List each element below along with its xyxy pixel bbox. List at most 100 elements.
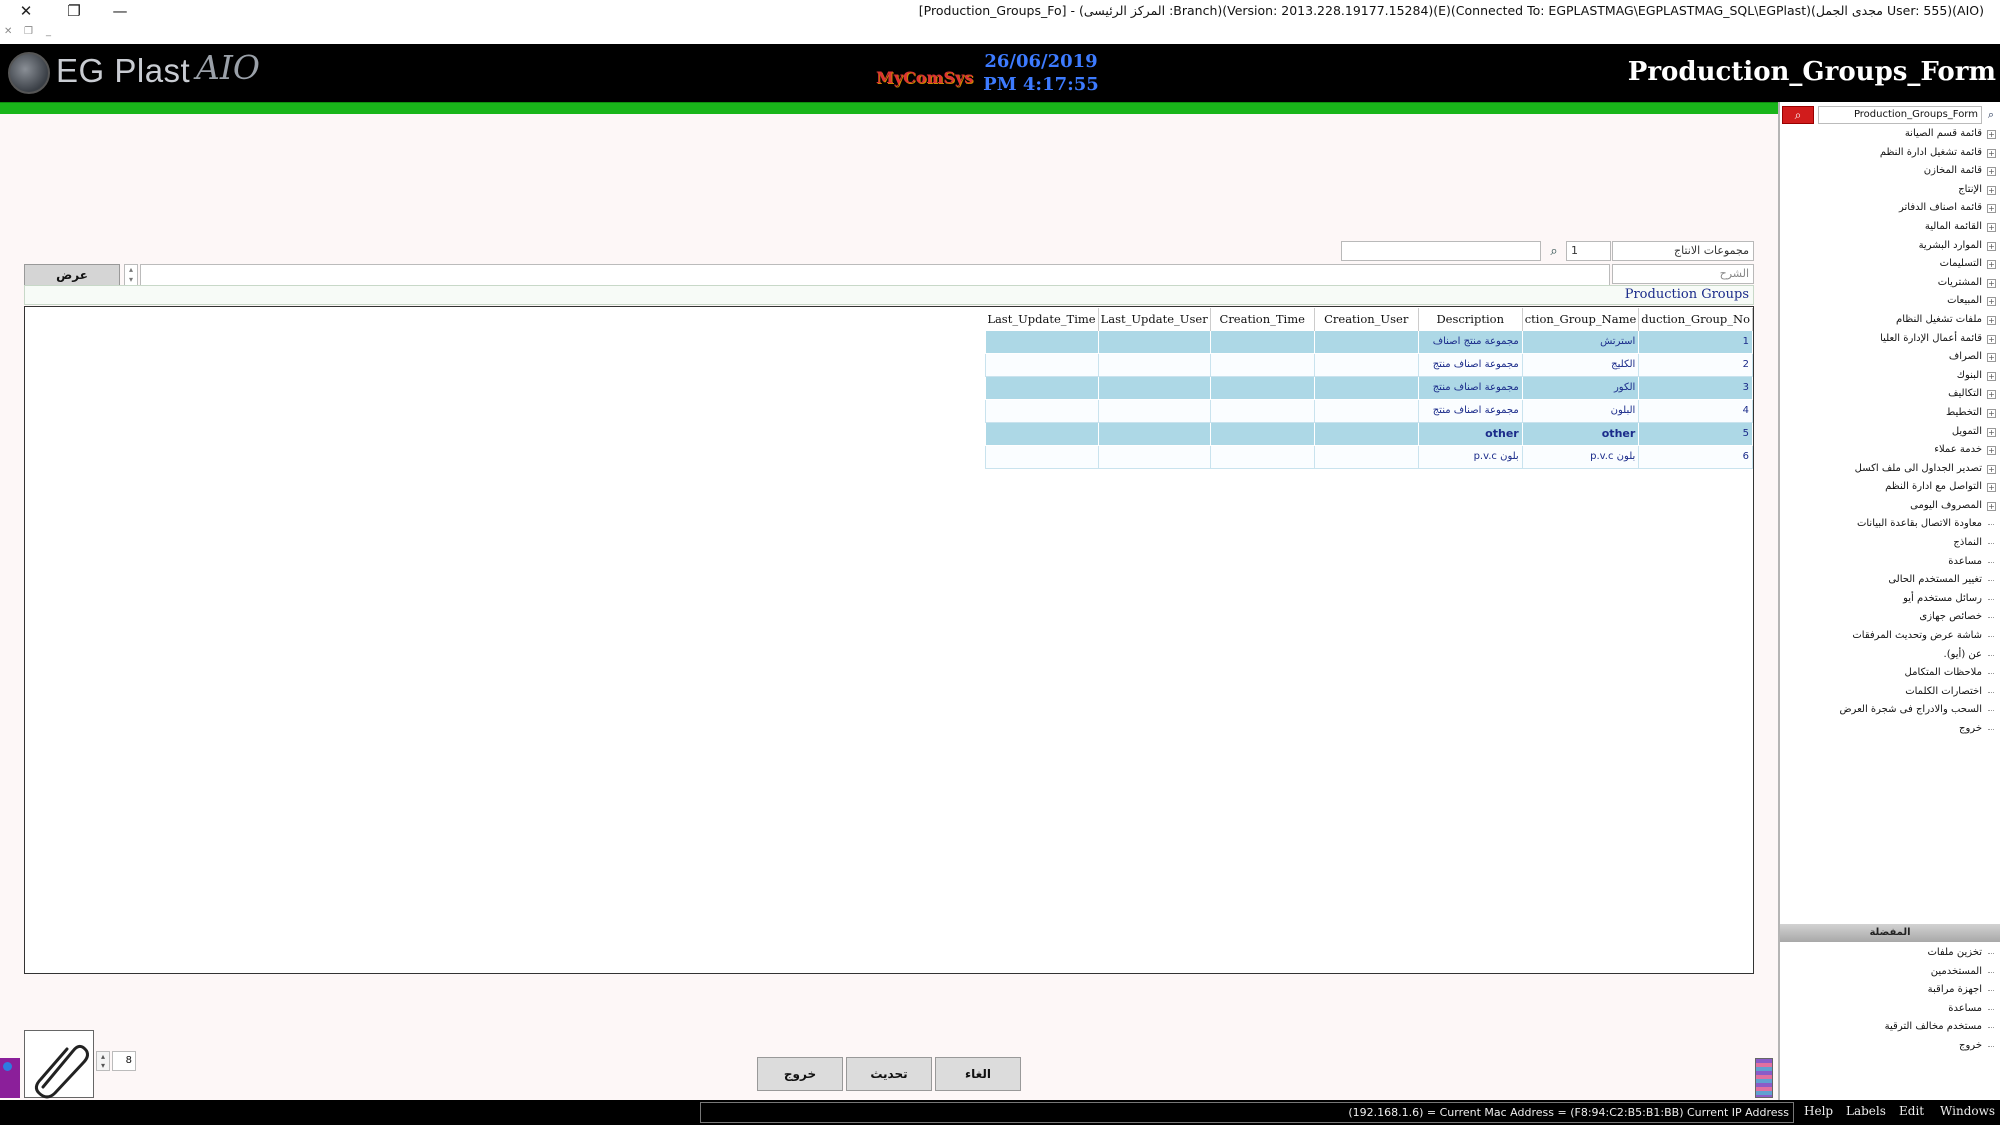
sidebar-item[interactable]: + التسليمات <box>1782 255 1996 274</box>
expand-icon[interactable]: + <box>1987 130 1996 139</box>
sidebar-item[interactable]: شاشة عرض وتحديث المرفقات <box>1782 627 1996 646</box>
sidebar-search-button[interactable]: ⌕ <box>1782 106 1814 124</box>
cell-creation-user[interactable] <box>1313 329 1419 354</box>
sidebar-item[interactable]: مساعدة <box>1782 1000 1996 1019</box>
column-header-group-name[interactable]: ction_Group_Name <box>1522 308 1640 330</box>
cell-group-no[interactable]: 4 <box>1638 398 1753 423</box>
search-input[interactable] <box>1341 241 1541 261</box>
sidebar-item[interactable]: + قائمة قسم الصيانة <box>1782 125 1996 144</box>
sidebar-find-icon[interactable]: ⌕ <box>1983 106 1999 124</box>
sidebar-item[interactable]: خصائص جهازى <box>1782 608 1996 627</box>
group-type-field[interactable]: مجموعات الانتاج <box>1612 241 1754 261</box>
sidebar-item[interactable]: السحب والادراج فى شجرة العرض <box>1782 701 1996 720</box>
cell-last-update-user[interactable] <box>1097 444 1211 469</box>
cell-group-name[interactable]: بلون p.v.c <box>1521 444 1640 469</box>
sidebar-item[interactable]: ملاحظات المتكامل <box>1782 664 1996 683</box>
cell-last-update-user[interactable] <box>1097 421 1211 446</box>
view-spinner[interactable]: ▴ ▾ <box>124 264 138 286</box>
mdi-minimize-icon[interactable]: _ <box>46 26 51 37</box>
column-header-creation-user[interactable]: Creation_User <box>1314 308 1419 330</box>
palette-strip-icon[interactable] <box>1755 1058 1773 1098</box>
cell-last-update-time[interactable] <box>984 352 1099 377</box>
sidebar-item[interactable]: + التمويل <box>1782 423 1996 442</box>
table-row[interactable]: other other 5 <box>984 421 1753 446</box>
expand-icon[interactable]: + <box>1987 278 1996 288</box>
minimize-window-button[interactable]: — <box>100 0 140 22</box>
sidebar-item[interactable]: اختصارات الكلمات <box>1782 683 1996 702</box>
attachment-button[interactable] <box>24 1030 94 1099</box>
cell-group-name[interactable]: البلون <box>1521 398 1640 423</box>
table-row[interactable]: مجموعة اصناف منتج البلون 4 <box>984 398 1753 423</box>
column-header-last-update-time[interactable]: Last_Update_Time <box>985 308 1099 330</box>
sidebar-item[interactable]: + المشتريات <box>1782 274 1996 293</box>
cell-creation-user[interactable] <box>1313 398 1419 423</box>
sidebar-item[interactable]: خروج <box>1782 1037 1996 1056</box>
sidebar-item[interactable]: + تصدير الجداول الى ملف اكسل <box>1782 460 1996 479</box>
expand-icon[interactable]: + <box>1987 148 1996 158</box>
cell-group-name[interactable]: استرتش <box>1521 329 1640 354</box>
cell-group-name[interactable]: الكور <box>1521 375 1640 400</box>
table-row[interactable]: بلون p.v.c بلون p.v.c 6 <box>984 444 1753 469</box>
sidebar-item[interactable]: + البنوك <box>1782 367 1996 386</box>
expand-icon[interactable]: + <box>1987 371 1996 381</box>
expand-icon[interactable]: + <box>1987 334 1996 344</box>
cell-last-update-user[interactable] <box>1097 375 1211 400</box>
filter-bar[interactable] <box>140 264 1610 286</box>
sidebar-item[interactable]: اجهزة مراقبة <box>1782 981 1996 1000</box>
record-stepper[interactable]: ▴ ▾ <box>96 1051 110 1071</box>
cell-description[interactable]: مجموعة اصناف منتج <box>1417 398 1523 423</box>
menu-labels[interactable]: Labels <box>1846 1104 1886 1118</box>
cell-creation-time[interactable] <box>1209 375 1315 400</box>
cell-creation-time[interactable] <box>1209 352 1315 377</box>
close-window-button[interactable]: ✕ <box>6 0 46 22</box>
record-count-field[interactable]: 8 <box>112 1051 136 1071</box>
cell-creation-user[interactable] <box>1313 352 1419 377</box>
expand-icon[interactable]: + <box>1987 167 1996 177</box>
table-row[interactable]: مجموعة اصناف منتج الكور 3 <box>984 375 1753 400</box>
sidebar-item[interactable]: + المبيعات <box>1782 292 1996 311</box>
cell-last-update-time[interactable] <box>984 329 1099 354</box>
exit-button[interactable]: خروج <box>757 1057 843 1091</box>
description-filter-field[interactable]: الشرح <box>1612 264 1754 284</box>
cell-description[interactable]: other <box>1417 421 1523 446</box>
expand-icon[interactable]: + <box>1987 501 1996 511</box>
sidebar-item[interactable]: عن (أيو). <box>1782 646 1996 665</box>
view-button[interactable]: عرض <box>24 264 120 286</box>
column-header-creation-time[interactable]: Creation_Time <box>1210 308 1315 330</box>
expand-icon[interactable]: + <box>1987 297 1996 307</box>
menu-windows[interactable]: Windows <box>1940 1104 1995 1118</box>
sidebar-item[interactable]: خروج <box>1782 720 1996 739</box>
sidebar-item[interactable]: مستخدم مخالف الترقية <box>1782 1018 1996 1037</box>
sidebar-item[interactable]: + الموارد البشرية <box>1782 237 1996 256</box>
column-header-last-update-user[interactable]: Last_Update_User <box>1098 308 1211 330</box>
cell-last-update-time[interactable] <box>984 375 1099 400</box>
expand-icon[interactable]: + <box>1987 483 1996 493</box>
cell-last-update-user[interactable] <box>1097 329 1211 354</box>
expand-icon[interactable]: + <box>1987 464 1996 474</box>
sidebar-search-input[interactable]: Production_Groups_Form <box>1818 106 1982 124</box>
cell-group-no[interactable]: 5 <box>1638 421 1753 446</box>
restore-window-button[interactable]: ❐ <box>54 0 94 22</box>
sidebar-item[interactable]: + القائمة المالية <box>1782 218 1996 237</box>
sidebar-item[interactable]: رسائل مستخدم أيو <box>1782 590 1996 609</box>
column-header-description[interactable]: Description <box>1418 308 1523 330</box>
cell-group-no[interactable]: 1 <box>1638 329 1753 354</box>
cancel-button[interactable]: الغاء <box>935 1057 1021 1091</box>
cell-creation-user[interactable] <box>1313 444 1419 469</box>
sidebar-item[interactable]: معاودة الاتصال بقاعدة البيانات <box>1782 515 1996 534</box>
expand-icon[interactable]: + <box>1987 185 1996 195</box>
cell-creation-time[interactable] <box>1209 398 1315 423</box>
cell-creation-time[interactable] <box>1209 421 1315 446</box>
expand-icon[interactable]: + <box>1987 260 1996 270</box>
cell-creation-time[interactable] <box>1209 444 1315 469</box>
sidebar-item[interactable]: + قائمة اصناف الدفاتر <box>1782 199 1996 218</box>
expand-icon[interactable]: + <box>1987 446 1996 456</box>
expand-icon[interactable]: + <box>1987 427 1996 437</box>
cell-group-no[interactable]: 2 <box>1638 352 1753 377</box>
cell-creation-time[interactable] <box>1209 329 1315 354</box>
cell-creation-user[interactable] <box>1313 375 1419 400</box>
mdi-restore-icon[interactable]: ❐ <box>24 26 33 37</box>
sidebar-item[interactable]: مساعدة <box>1782 553 1996 572</box>
table-row[interactable]: مجموعة اصناف منتج الكليج 2 <box>984 352 1753 377</box>
expand-icon[interactable]: + <box>1987 315 1996 325</box>
